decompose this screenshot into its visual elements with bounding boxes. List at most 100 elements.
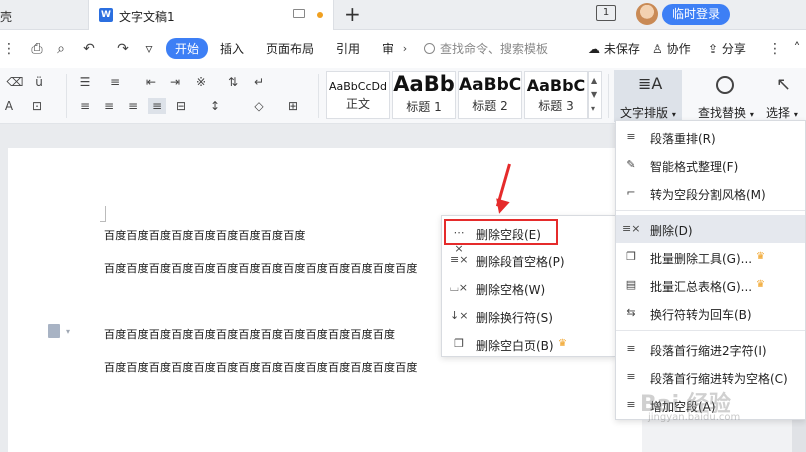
menu-icon[interactable]: ⋮ (0, 40, 18, 58)
search-icon (716, 76, 734, 94)
align-right-icon[interactable]: ≡ (124, 98, 142, 114)
paragraph-handle-icon[interactable] (48, 324, 60, 338)
monitor-icon[interactable] (293, 9, 305, 18)
window-count-badge[interactable]: 1 (596, 5, 616, 21)
tab-document[interactable]: W 文字文稿1 (88, 0, 334, 30)
dropdown-item-delete[interactable]: ≡× 删除(D) (616, 215, 805, 243)
delete-leading-space-icon: ≡× (450, 253, 469, 266)
collab-button[interactable]: ♙ 协作 (652, 40, 691, 57)
command-search[interactable]: 查找命令、搜索模板 (424, 40, 548, 57)
line-spacing-icon[interactable]: ↕ (206, 98, 224, 114)
bullet-list-icon[interactable]: ☰ (76, 74, 94, 90)
show-marks-icon[interactable]: ↵ (250, 74, 268, 90)
dropdown-item-label: 智能格式整理(F) (650, 160, 739, 174)
submenu-item-delete-blank-page[interactable]: ❐ 删除空白页(B) ♛ (442, 330, 615, 358)
share-icon: ⇪ (708, 42, 719, 56)
document-line[interactable]: 百度百度百度百度百度百度百度百度百度百度百度百度百度百度 (104, 359, 418, 375)
document-line[interactable]: 百度百度百度百度百度百度百度百度百度 (104, 227, 306, 243)
dropdown-item-linebreak-to-enter[interactable]: ⇆ 换行符转为回车(B) (616, 299, 805, 327)
tab-review[interactable]: 审 (382, 40, 394, 57)
style-normal[interactable]: AaBbCcDd 正文 (326, 71, 390, 119)
more-icon[interactable]: ⋮ (766, 40, 784, 58)
dropdown-item-paragraph-reflow[interactable]: ≡ 段落重排(R) (616, 123, 805, 151)
sort-icon[interactable]: ⇅ (224, 74, 242, 90)
justify-icon[interactable]: ≡ (148, 98, 166, 114)
vertical-scrollbar[interactable] (792, 420, 806, 452)
expand-gallery-icon[interactable]: ▾ (591, 104, 595, 113)
new-tab-button[interactable]: + (344, 2, 361, 26)
submenu-item-delete-leading-space[interactable]: ≡× 删除段首空格(P) (442, 246, 615, 274)
quick-access-dropdown-icon[interactable]: ▿ (140, 40, 158, 58)
decrease-indent-icon[interactable]: ⇤ (142, 74, 160, 90)
dropdown-item-label: 段落首行缩进2字符(I) (650, 344, 767, 358)
undo-icon[interactable]: ↶ (80, 40, 98, 58)
share-button[interactable]: ⇪ 分享 (708, 40, 746, 57)
document-line[interactable]: 百度百度百度百度百度百度百度百度百度百度百度百度百度百度 (104, 260, 418, 276)
smart-format-icon: ✎ (626, 158, 636, 171)
numbered-list-icon[interactable]: ≡ (106, 74, 124, 90)
tab-page-layout[interactable]: 页面布局 (266, 40, 314, 57)
batch-summary-icon: ▤ (625, 278, 637, 291)
style-name: 标题 2 (472, 99, 508, 113)
eraser-icon[interactable]: ⌫ (6, 74, 24, 90)
chevron-down-icon[interactable]: ▼ (591, 90, 597, 99)
distribute-icon[interactable]: ⊟ (172, 98, 190, 114)
ribbon-separator (318, 74, 319, 118)
chinese-layout-icon[interactable]: ※ (192, 74, 210, 90)
dropdown-separator (616, 210, 805, 211)
wps-writer-icon: W (99, 8, 113, 22)
print-preview-icon[interactable]: ⌕ (52, 40, 70, 58)
dropdown-arrow-icon: ▾ (793, 110, 798, 119)
login-button[interactable]: 临时登录 (662, 4, 730, 25)
font-color-icon[interactable]: A (0, 98, 18, 114)
phonetic-icon[interactable]: ü (30, 74, 48, 90)
user-icon: ♙ (652, 42, 663, 56)
submenu-item-delete-linebreak[interactable]: ↓× 删除换行符(S) (442, 302, 615, 330)
collapse-ribbon-icon[interactable]: ˄ (788, 40, 806, 58)
crown-icon: ♛ (558, 338, 567, 349)
dropdown-item-smart-format[interactable]: ✎ 智能格式整理(F) (616, 151, 805, 179)
borders-icon[interactable]: ⊞ (284, 98, 302, 114)
style-heading-1[interactable]: AaBb 标题 1 (392, 71, 456, 119)
avatar[interactable] (636, 3, 658, 25)
text-layout-button[interactable]: ≣A 文字排版 ▾ (614, 70, 682, 122)
dropdown-item-label: 批量汇总表格(G)... (650, 280, 753, 294)
style-heading-3[interactable]: AaBbC 标题 3 (524, 71, 588, 119)
style-gallery-scroll[interactable]: ▲ ▼ ▾ (588, 71, 602, 119)
document-line[interactable]: 百度百度百度百度百度百度百度百度百度百度百度百度百度 (104, 326, 395, 342)
submenu-item-delete-empty-paragraph[interactable]: ⋯× 删除空段(E) (444, 219, 558, 255)
char-border-icon[interactable]: ⊡ (28, 98, 46, 114)
tab-reference[interactable]: 引用 (336, 40, 360, 57)
delete-linebreak-icon: ↓× (450, 309, 469, 322)
tab-previous[interactable]: 壳 (0, 0, 84, 30)
shading-icon[interactable]: ◇ (250, 98, 268, 114)
style-sample: AaBbC (526, 76, 586, 95)
search-icon (424, 43, 435, 54)
chevron-up-icon[interactable]: ▲ (591, 76, 597, 85)
dropdown-item-label: 删除(D) (650, 224, 693, 238)
dropdown-item-first-line-indent[interactable]: ≡ 段落首行缩进2字符(I) (616, 335, 805, 363)
print-icon[interactable]: ⎙ (28, 40, 46, 58)
select-button[interactable]: ↖ 选择 ▾ (762, 70, 806, 122)
unsaved-button[interactable]: ☁ 未保存 (588, 40, 640, 57)
align-center-icon[interactable]: ≡ (100, 98, 118, 114)
align-left-icon[interactable]: ≡ (76, 98, 94, 114)
add-empty-paragraph-icon: ≡ (626, 398, 636, 411)
paragraph-handle-dropdown-icon[interactable]: ▾ (66, 327, 70, 336)
tab-insert[interactable]: 插入 (220, 40, 244, 57)
dropdown-item-batch-summary[interactable]: ▤ 批量汇总表格(G)... ♛ (616, 271, 805, 299)
dropdown-item-empty-paragraph-style[interactable]: ⌐ 转为空段分割风格(M) (616, 179, 805, 207)
chevron-right-icon[interactable]: › (396, 40, 414, 58)
share-label: 分享 (721, 42, 746, 56)
dropdown-item-label: 段落重排(R) (650, 132, 716, 146)
dropdown-item-label: 转为空段分割风格(M) (650, 188, 766, 202)
crown-icon: ♛ (756, 251, 765, 262)
increase-indent-icon[interactable]: ⇥ (166, 74, 184, 90)
dropdown-item-batch-delete[interactable]: ❐ 批量删除工具(G)... ♛ (616, 243, 805, 271)
find-replace-text: 查找替换 (698, 106, 747, 120)
tab-home[interactable]: 开始 (166, 38, 209, 59)
find-replace-button[interactable]: 查找替换 ▾ (696, 70, 756, 122)
style-heading-2[interactable]: AaBbC 标题 2 (458, 71, 522, 119)
redo-icon[interactable]: ↷ (114, 40, 132, 58)
submenu-item-delete-space[interactable]: ⌴× 删除空格(W) (442, 274, 615, 302)
